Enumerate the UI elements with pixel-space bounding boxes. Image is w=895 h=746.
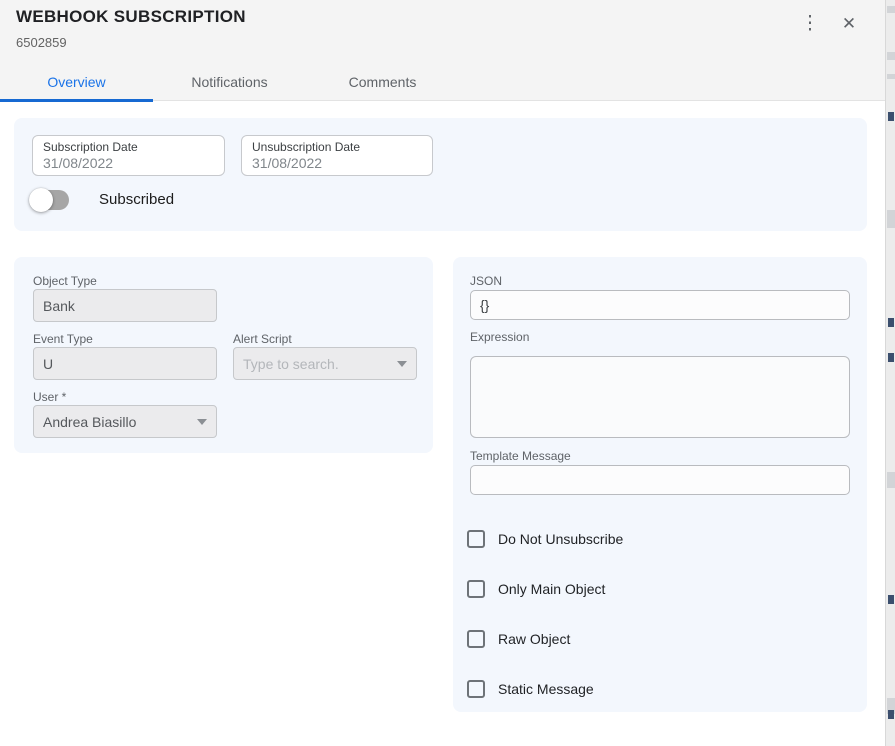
user-input[interactable] xyxy=(33,405,217,438)
template-message-label: Template Message xyxy=(470,449,571,463)
event-type-field[interactable] xyxy=(33,347,217,380)
subscribed-toggle-row: Subscribed xyxy=(32,187,174,212)
checkbox-row-raw-object[interactable]: Raw Object xyxy=(467,629,570,649)
unsubscription-date-field[interactable]: Unsubscription Date 31/08/2022 xyxy=(241,135,433,176)
subscription-dates-panel: Subscription Date 31/08/2022 Unsubscript… xyxy=(14,118,867,231)
kebab-menu-icon[interactable]: ⋮ xyxy=(798,10,822,36)
tab-notifications[interactable]: Notifications xyxy=(153,63,306,100)
only-main-object-label: Only Main Object xyxy=(498,581,605,597)
json-input[interactable] xyxy=(470,290,850,320)
do-not-unsubscribe-checkbox[interactable] xyxy=(467,530,485,548)
object-type-label: Object Type xyxy=(33,274,97,288)
json-label: JSON xyxy=(470,274,502,288)
toggle-knob xyxy=(29,188,53,212)
background-fragment xyxy=(887,472,895,488)
alert-script-label: Alert Script xyxy=(233,332,292,346)
subscription-date-field[interactable]: Subscription Date 31/08/2022 xyxy=(32,135,225,176)
tab-comments-label: Comments xyxy=(349,74,417,90)
static-message-checkbox[interactable] xyxy=(467,680,485,698)
tab-overview[interactable]: Overview xyxy=(0,63,153,100)
tab-bar: Overview Notifications Comments xyxy=(0,63,459,100)
static-message-label: Static Message xyxy=(498,681,594,697)
event-type-label: Event Type xyxy=(33,332,93,346)
unsubscription-date-value: 31/08/2022 xyxy=(252,155,422,171)
webhook-subscription-modal: WEBHOOK SUBSCRIPTION 6502859 ⋮ ✕ Overvie… xyxy=(0,0,885,746)
subscribed-toggle[interactable] xyxy=(32,190,69,210)
background-fragment xyxy=(887,74,895,79)
page-title: WEBHOOK SUBSCRIPTION xyxy=(16,7,246,27)
background-fragment xyxy=(888,318,894,327)
subscribed-toggle-label: Subscribed xyxy=(99,191,174,208)
background-fragment xyxy=(887,52,895,60)
object-type-field[interactable] xyxy=(33,289,217,322)
tab-comments[interactable]: Comments xyxy=(306,63,459,100)
do-not-unsubscribe-label: Do Not Unsubscribe xyxy=(498,531,623,547)
tab-notifications-label: Notifications xyxy=(191,74,267,90)
details-panel: Object Type Event Type Alert Script User… xyxy=(14,257,433,453)
active-tab-underline xyxy=(0,99,153,102)
checkbox-row-static-message[interactable]: Static Message xyxy=(467,679,594,699)
checkbox-row-only-main-object[interactable]: Only Main Object xyxy=(467,579,605,599)
subscription-date-label: Subscription Date xyxy=(43,140,214,154)
background-fragment xyxy=(888,353,894,362)
raw-object-label: Raw Object xyxy=(498,631,570,647)
raw-object-checkbox[interactable] xyxy=(467,630,485,648)
message-panel: JSON Expression Template Message Do Not … xyxy=(453,257,867,712)
alert-script-input[interactable] xyxy=(233,347,417,380)
record-id: 6502859 xyxy=(16,35,67,50)
user-select[interactable] xyxy=(33,405,217,438)
background-fragment xyxy=(887,6,895,13)
expression-textarea[interactable] xyxy=(470,356,850,438)
subscription-date-value: 31/08/2022 xyxy=(43,155,214,171)
checkbox-row-do-not-unsubscribe[interactable]: Do Not Unsubscribe xyxy=(467,529,623,549)
template-message-input[interactable] xyxy=(470,465,850,495)
modal-header: WEBHOOK SUBSCRIPTION 6502859 ⋮ ✕ Overvie… xyxy=(0,0,885,101)
tab-overview-label: Overview xyxy=(47,74,105,90)
alert-script-select[interactable] xyxy=(233,347,417,380)
only-main-object-checkbox[interactable] xyxy=(467,580,485,598)
background-page-edge xyxy=(885,0,895,746)
user-label: User * xyxy=(33,390,66,404)
background-fragment xyxy=(887,210,895,228)
unsubscription-date-label: Unsubscription Date xyxy=(252,140,422,154)
expression-label: Expression xyxy=(470,330,529,344)
background-fragment xyxy=(888,710,894,719)
background-fragment xyxy=(888,595,894,604)
background-fragment xyxy=(888,112,894,121)
close-icon[interactable]: ✕ xyxy=(836,10,862,36)
